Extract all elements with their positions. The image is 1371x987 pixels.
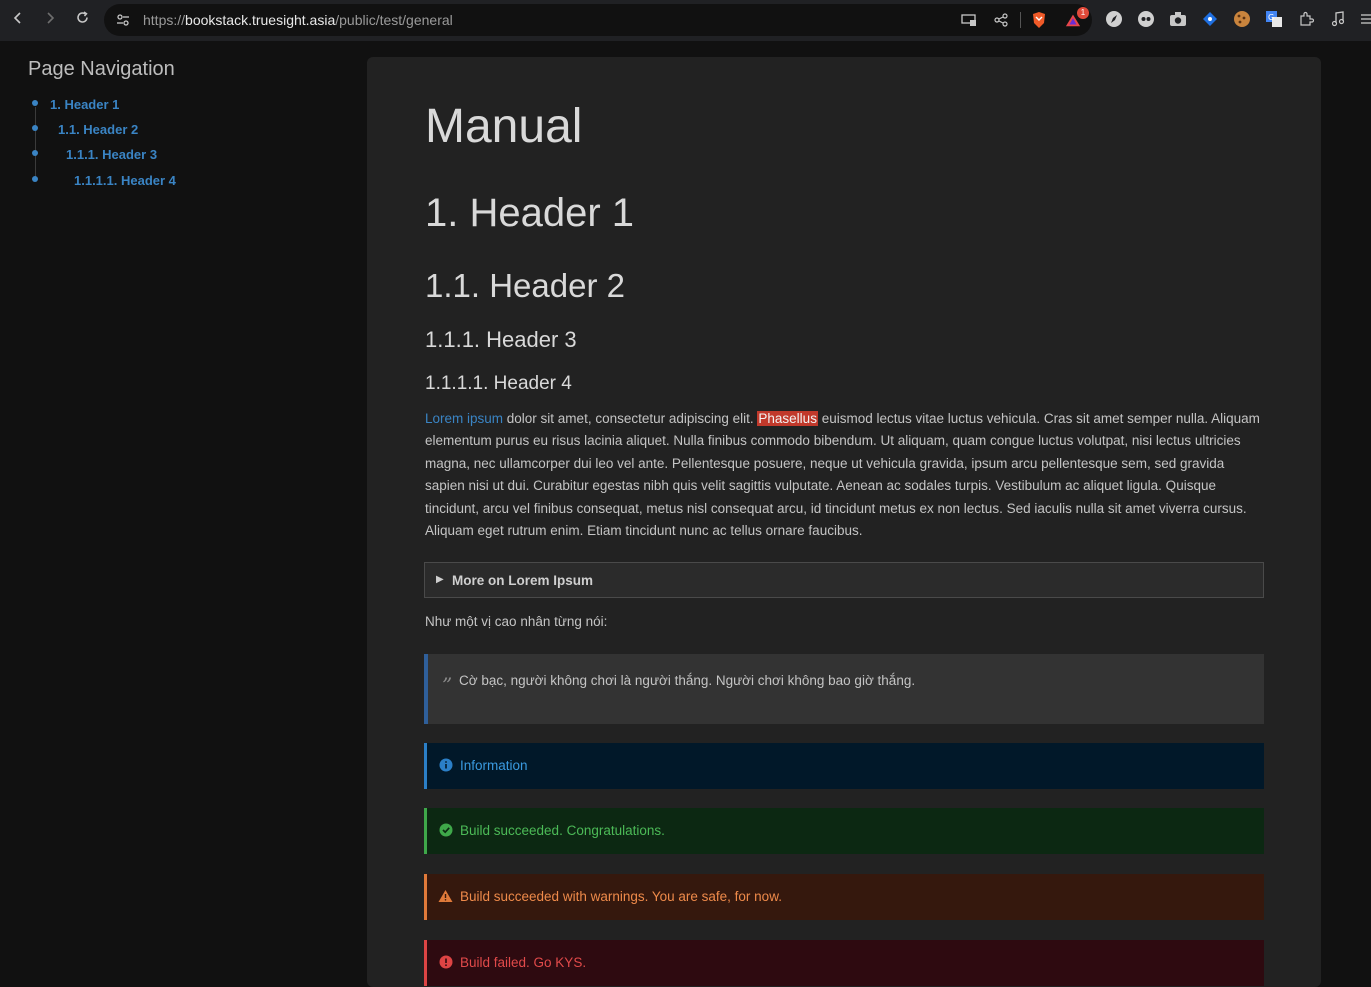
info-icon	[438, 757, 453, 772]
page-content: Manual 1. Header 1 1.1. Header 2 1.1.1. …	[367, 57, 1321, 987]
highlighted-text: Phasellus	[757, 411, 818, 426]
nav-tree-line	[35, 107, 36, 181]
url-host: bookstack.truesight.asia	[185, 12, 336, 28]
nav-bullet	[32, 125, 38, 131]
nav-item-header-2[interactable]: 1.1. Header 2	[58, 122, 138, 137]
cast-icon[interactable]	[961, 12, 977, 28]
brave-shields-icon[interactable]	[1031, 12, 1047, 28]
extension-diamond-icon[interactable]	[1201, 10, 1219, 28]
paragraph-text: dolor sit amet, consectetur adipiscing e…	[503, 411, 758, 426]
brave-rewards-icon[interactable]: 1	[1065, 7, 1089, 28]
toolbar-divider	[1020, 12, 1021, 28]
heading-1: 1. Header 1	[425, 191, 635, 235]
site-settings-icon[interactable]	[115, 12, 131, 28]
lorem-paragraph: Lorem ipsum dolor sit amet, consectetur …	[425, 408, 1265, 542]
check-circle-icon	[438, 822, 453, 837]
callout-warning-text: Build succeeded with warnings. You are s…	[460, 889, 782, 904]
callout-info-text: Information	[460, 758, 528, 773]
callout-success-text: Build succeeded. Congratulations.	[460, 823, 665, 838]
callout-warning: Build succeeded with warnings. You are s…	[424, 874, 1264, 920]
nav-item-header-3[interactable]: 1.1.1. Header 3	[66, 147, 157, 162]
url-scheme: https://	[143, 12, 186, 28]
chevron-right-icon	[43, 11, 57, 30]
nav-item-header-1[interactable]: 1. Header 1	[50, 97, 119, 112]
chevron-left-icon	[11, 11, 25, 30]
quote-mark-icon: ”	[442, 673, 453, 697]
heading-3: 1.1.1. Header 3	[425, 327, 577, 352]
forward-button[interactable]	[38, 8, 62, 32]
paragraph-text: euismod lectus vitae luctus vehicula. Cr…	[425, 411, 1260, 539]
nav-bullet	[32, 100, 38, 106]
reload-button[interactable]	[70, 8, 94, 32]
details-summary: More on Lorem Ipsum	[452, 573, 594, 588]
svg-text:G: G	[1268, 13, 1274, 22]
back-button[interactable]	[6, 8, 30, 32]
error-circle-icon	[438, 954, 453, 969]
extension-compass-icon[interactable]	[1105, 10, 1123, 28]
page-title: Manual	[425, 100, 583, 153]
triangle-right-icon: ▶	[436, 574, 444, 585]
heading-2: 1.1. Header 2	[425, 267, 625, 304]
callout-info: Information	[424, 743, 1264, 789]
extension-camera-icon[interactable]	[1169, 10, 1187, 28]
details-collapsible[interactable]: ▶ More on Lorem Ipsum	[424, 562, 1264, 598]
reload-icon	[75, 10, 90, 30]
blockquote: ” Cờ bạc, người không chơi là người thắn…	[424, 654, 1264, 724]
browser-toolbar: https://bookstack.truesight.asia/public/…	[0, 0, 1371, 41]
lorem-ipsum-link[interactable]: Lorem ipsum	[425, 411, 503, 426]
extension-translate-icon[interactable]: G	[1265, 10, 1283, 28]
extension-cookie-icon[interactable]	[1233, 10, 1251, 28]
callout-success: Build succeeded. Congratulations.	[424, 808, 1264, 854]
extension-eye-icon[interactable]	[1137, 10, 1155, 28]
rewards-badge: 1	[1077, 7, 1089, 19]
callout-danger-text: Build failed. Go KYS.	[460, 955, 587, 970]
warning-triangle-icon	[438, 888, 453, 903]
url-path: /public/test/general	[335, 12, 453, 28]
nav-bullet	[32, 176, 38, 182]
nav-item-header-4[interactable]: 1.1.1.1. Header 4	[74, 173, 176, 188]
address-bar[interactable]: https://bookstack.truesight.asia/public/…	[104, 4, 1092, 36]
share-icon[interactable]	[993, 12, 1009, 28]
quote-intro: Như một vị cao nhân từng nói:	[425, 614, 608, 629]
media-music-icon[interactable]	[1329, 10, 1347, 28]
callout-danger: Build failed. Go KYS.	[424, 940, 1264, 986]
menu-icon[interactable]	[1357, 10, 1371, 28]
extensions-puzzle-icon[interactable]	[1297, 10, 1315, 28]
heading-4: 1.1.1.1. Header 4	[425, 373, 572, 394]
quote-text: Cờ bạc, người không chơi là người thắng.…	[459, 673, 916, 688]
page-navigation-sidebar: Page Navigation 1. Header 1 1.1. Header …	[0, 41, 366, 965]
nav-bullet	[32, 150, 38, 156]
page-navigation-title: Page Navigation	[28, 58, 175, 80]
url-text: https://bookstack.truesight.asia/public/…	[143, 12, 453, 28]
